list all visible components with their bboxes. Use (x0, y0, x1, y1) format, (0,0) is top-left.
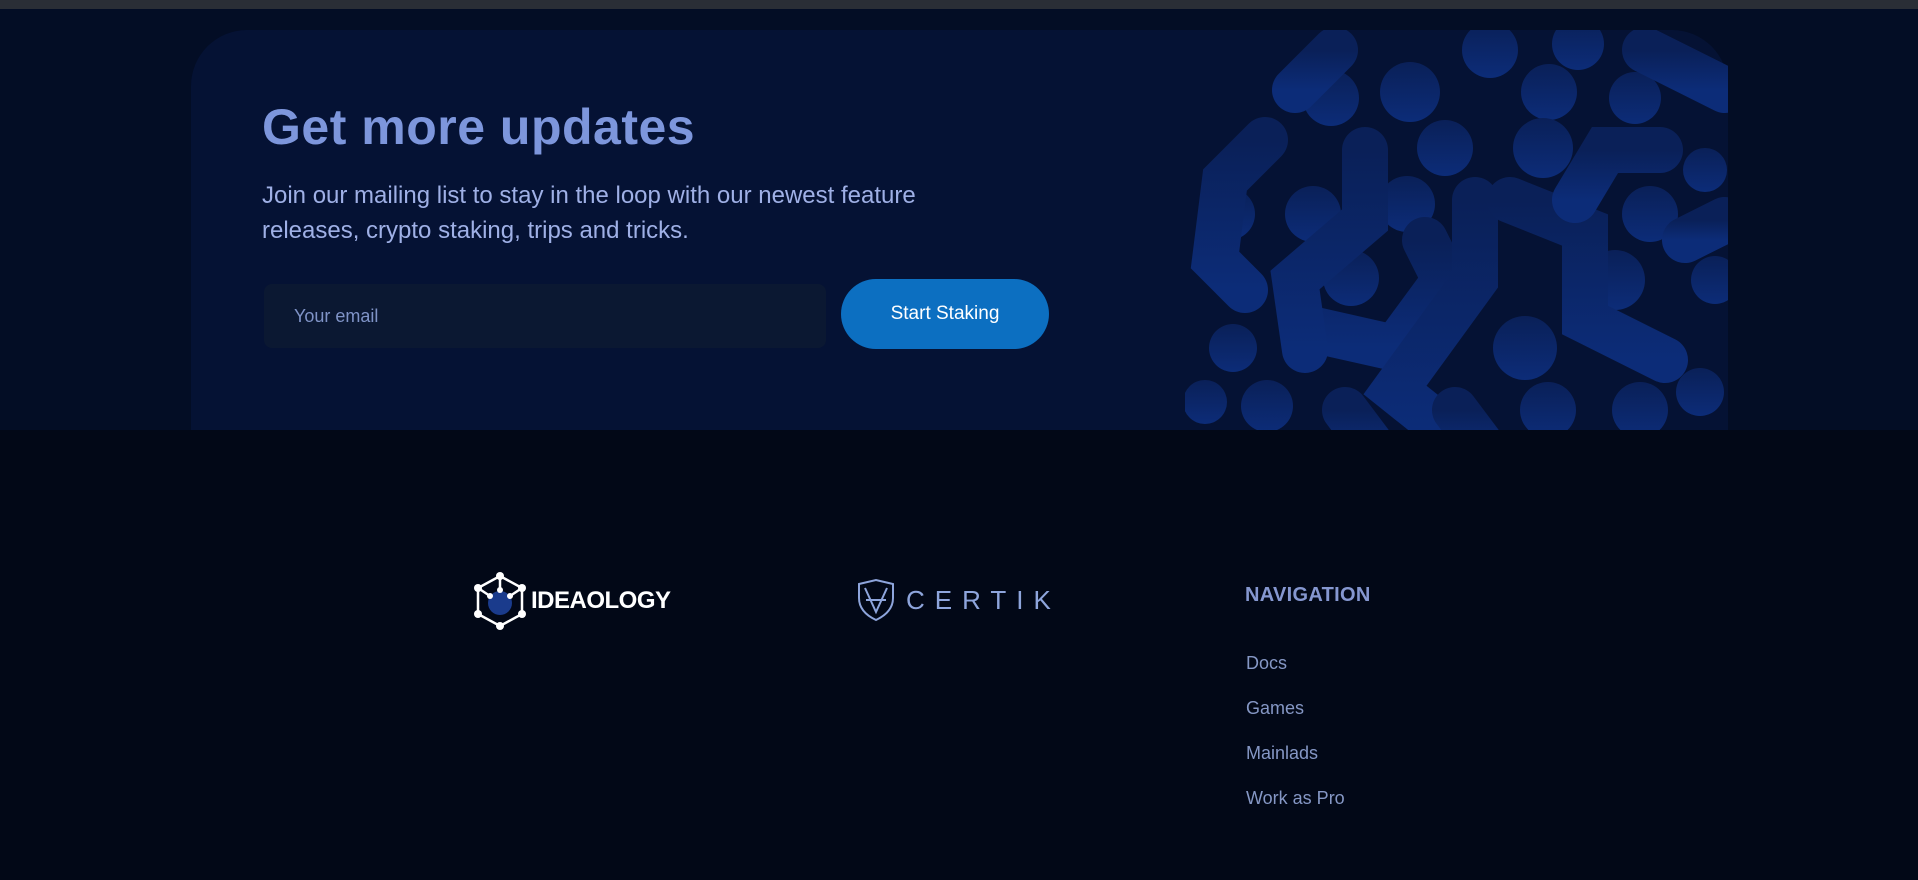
nav-link-games[interactable]: Games (1246, 698, 1345, 743)
certik-logo[interactable]: CERTIK (856, 578, 1061, 622)
decorative-blob-pattern (1185, 30, 1728, 430)
footer-navigation-list: Docs Games Mainlads Work as Pro (1246, 653, 1345, 833)
ideaology-logo[interactable]: IDEAOLOGY (473, 572, 671, 630)
ideaology-wordmark: IDEAOLOGY (531, 587, 671, 614)
nav-link-mainlads[interactable]: Mainlads (1246, 743, 1345, 788)
newsletter-title: Get more updates (262, 99, 696, 155)
ideaology-logo-icon (474, 572, 526, 630)
browser-top-bar (0, 0, 1918, 9)
email-input[interactable] (264, 284, 826, 348)
start-staking-button[interactable]: Start Staking (841, 279, 1049, 349)
nav-link-work-as-pro[interactable]: Work as Pro (1246, 788, 1345, 833)
nav-link-docs[interactable]: Docs (1246, 653, 1345, 698)
certik-wordmark: CERTIK (906, 584, 1061, 615)
newsletter-description: Join our mailing list to stay in the loo… (262, 182, 916, 244)
navigation-heading: NAVIGATION (1245, 584, 1371, 606)
certik-shield-icon (858, 578, 894, 622)
